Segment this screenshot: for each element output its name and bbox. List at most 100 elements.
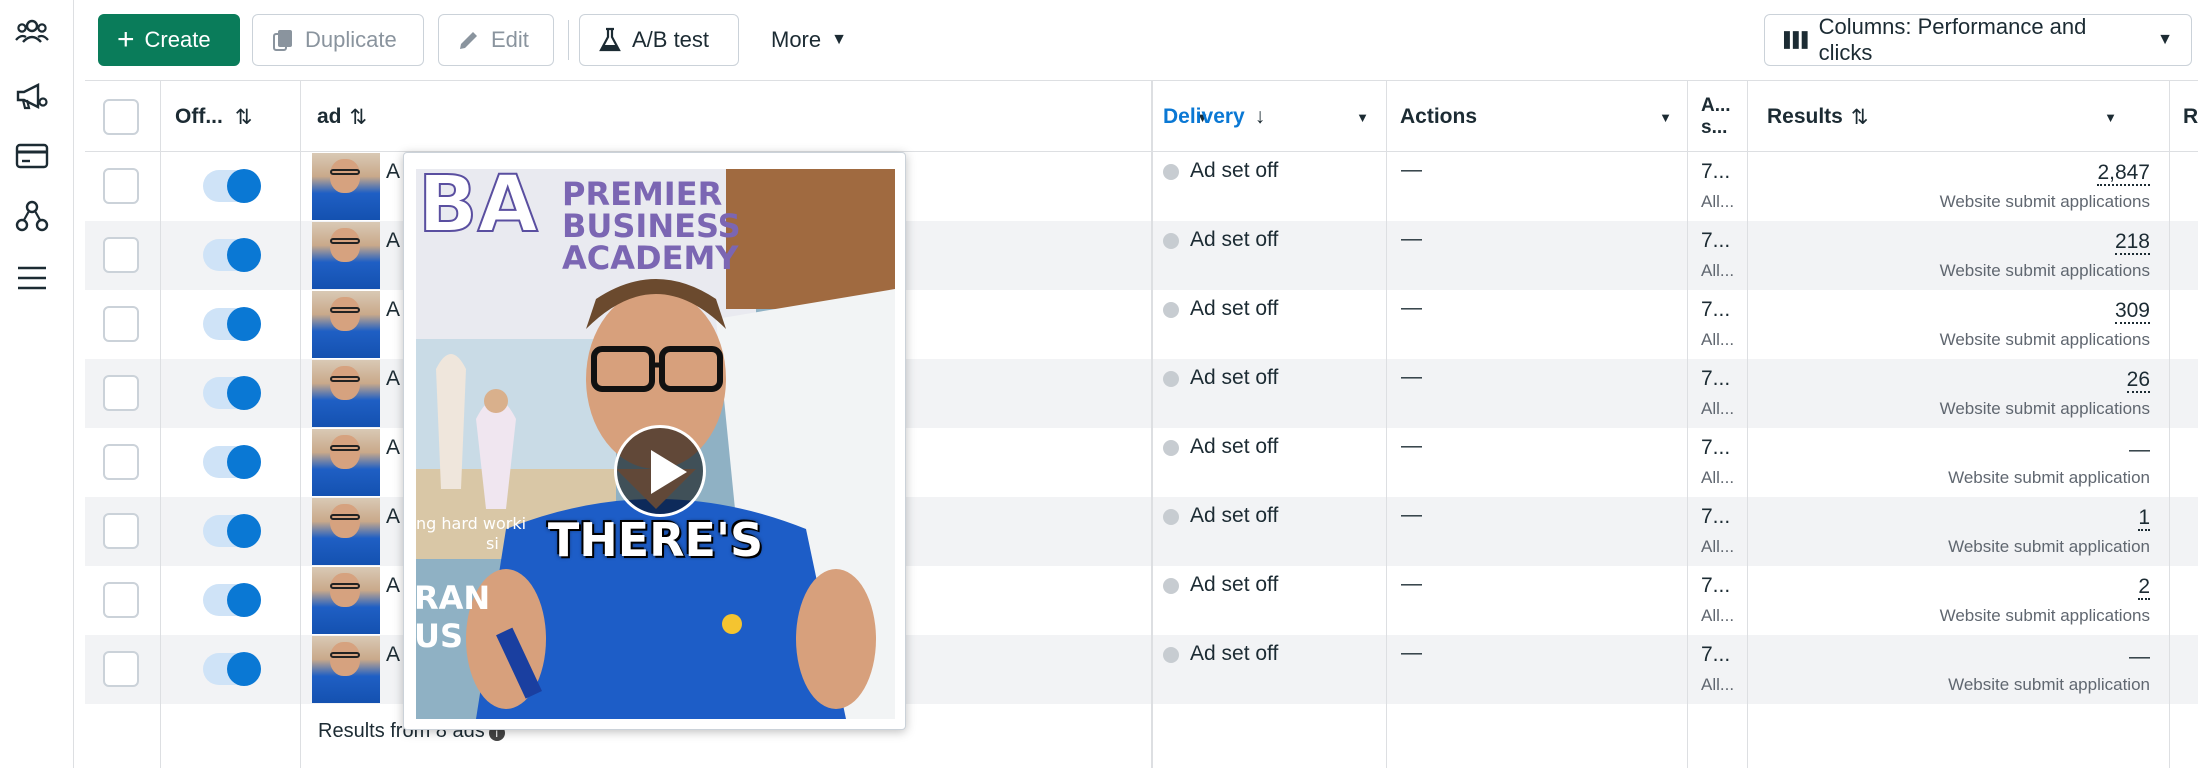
ad-name[interactable]: A [386,574,400,598]
ab-test-button[interactable]: A/B test [579,14,739,66]
table-row[interactable]: A Ad set off — 7... All... 309 Website submit … [85,290,2198,359]
caret-down-icon[interactable]: ▼ [2104,110,2117,125]
header-actions[interactable]: Actions ▼ [1386,81,1686,153]
business-network-icon[interactable] [12,196,52,236]
result-value[interactable]: 1 [2138,507,2150,531]
play-icon[interactable] [614,425,706,517]
table-row[interactable]: A Ad set off — 7... All... 1 Website submit ap… [85,497,2198,566]
columns-button[interactable]: Columns: Performance and clicks ▼ [1764,14,2192,66]
more-label: More [771,27,822,52]
ad-toggle[interactable] [203,376,261,410]
sort-icon: ⇅ [1850,105,1869,129]
ad-name[interactable]: A [386,643,400,667]
caret-down-icon[interactable]: ▼ [1356,110,1369,125]
result-label: Website submit applications [1939,192,2150,211]
edit-button[interactable]: Edit [438,14,554,66]
flask-icon [599,27,621,52]
result-label: Website submit applications [1939,330,2150,349]
delivery-status: Ad set off [1190,435,1279,458]
table-row[interactable]: A Ad set off — 7... All... — Website submit ap… [85,428,2198,497]
header-attribution[interactable]: A... s... [1687,81,1735,153]
audience-icon[interactable] [12,12,52,52]
result-value[interactable]: 26 [2126,369,2150,393]
delivery-status: Ad set off [1190,504,1279,527]
ad-name[interactable]: A [386,229,400,253]
table-row[interactable]: A Ad set off — 7... All... 26 Website submit a… [85,359,2198,428]
ad-thumbnail[interactable] [312,567,380,634]
ad-thumbnail[interactable] [312,153,380,220]
campaign-megaphone-icon[interactable] [12,76,52,116]
preview-video[interactable]: BA PREMIER BUSINESS ACADEMY ng hard work… [416,169,895,719]
header-ad[interactable]: ad ⇅ ▼ [303,81,1223,153]
ad-thumbnail[interactable] [312,360,380,427]
header-results[interactable]: Results ⇅ ▼ [1747,81,2131,153]
ad-thumbnail[interactable] [312,291,380,358]
ad-name[interactable]: A [386,505,400,529]
toolbar-separator [568,20,569,60]
result-value[interactable]: — [2129,645,2150,669]
pencil-icon [460,32,477,49]
row-checkbox[interactable] [103,306,139,342]
ad-toggle[interactable] [203,583,261,617]
ad-name[interactable]: A [386,298,400,322]
ad-toggle[interactable] [203,445,261,479]
ad-name[interactable]: A [386,160,400,184]
ab-test-label: A/B test [632,27,710,52]
caret-down-icon: ▼ [2157,31,2173,48]
row-checkbox[interactable] [103,237,139,273]
ad-thumbnail[interactable] [312,498,380,565]
header-next-column[interactable]: R [2169,81,2198,153]
ad-thumbnail[interactable] [312,429,380,496]
select-all-checkbox[interactable] [103,99,139,135]
ad-thumbnail[interactable] [312,636,380,703]
ad-toggle[interactable] [203,652,261,686]
actions-value: — [1401,227,1422,250]
row-checkbox[interactable] [103,513,139,549]
result-label: Website submit application [1948,675,2150,694]
create-button[interactable]: + Create [98,14,240,66]
table-row[interactable]: A Ad set off — 7... All... 2,847 Website submi… [85,152,2198,221]
row-checkbox[interactable] [103,444,139,480]
delivery-status-dot [1163,233,1179,249]
sort-desc-icon: ↓ [1254,105,1266,128]
attribution-value: 7... [1701,436,1731,459]
caret-down-icon[interactable]: ▼ [1659,110,1672,125]
result-value[interactable]: 218 [2114,231,2150,255]
row-checkbox[interactable] [103,375,139,411]
attribution-value: 7... [1701,160,1731,183]
row-checkbox[interactable] [103,168,139,204]
header-delivery-label: Delivery [1163,105,1245,128]
ad-toggle[interactable] [203,307,261,341]
delivery-status-dot [1163,509,1179,525]
column-divider [1151,80,1153,768]
result-value[interactable]: — [2129,438,2150,462]
ad-video-preview[interactable]: BA PREMIER BUSINESS ACADEMY ng hard work… [403,152,906,730]
ad-name[interactable]: A [386,367,400,391]
ad-toggle[interactable] [203,169,261,203]
menu-hamburger-icon[interactable] [12,258,52,298]
row-checkbox[interactable] [103,582,139,618]
ad-name[interactable]: A [386,436,400,460]
result-value[interactable]: 309 [2114,300,2150,324]
billing-card-icon[interactable] [12,136,52,176]
delivery-status: Ad set off [1190,642,1279,665]
table-row[interactable]: A Ad set off — 7... All... — Website submit ap… [85,635,2198,704]
table-row[interactable]: A Ad set off — 7... All... 2 Website submit ap… [85,566,2198,635]
row-checkbox[interactable] [103,651,139,687]
delivery-status: Ad set off [1190,573,1279,596]
ad-toggle[interactable] [203,238,261,272]
ad-thumbnail[interactable] [312,222,380,289]
duplicate-button[interactable]: Duplicate [252,14,424,66]
ad-toggle[interactable] [203,514,261,548]
duplicate-label: Duplicate [305,27,397,52]
attribution-sub: All... [1701,606,1735,625]
more-button[interactable]: More ▼ [752,14,884,66]
result-value[interactable]: 2 [2138,576,2150,600]
partial-text-1: RAN [416,579,490,617]
result-value[interactable]: 2,847 [2097,162,2150,186]
header-delivery[interactable]: Delivery ↓ ▼ [1149,81,1383,153]
table-row[interactable]: A Ad set off — 7... All... 218 Website submit … [85,221,2198,290]
delivery-status: Ad set off [1190,366,1279,389]
header-onoff[interactable]: Off... ⇅ [161,81,252,153]
column-divider [1386,80,1387,768]
